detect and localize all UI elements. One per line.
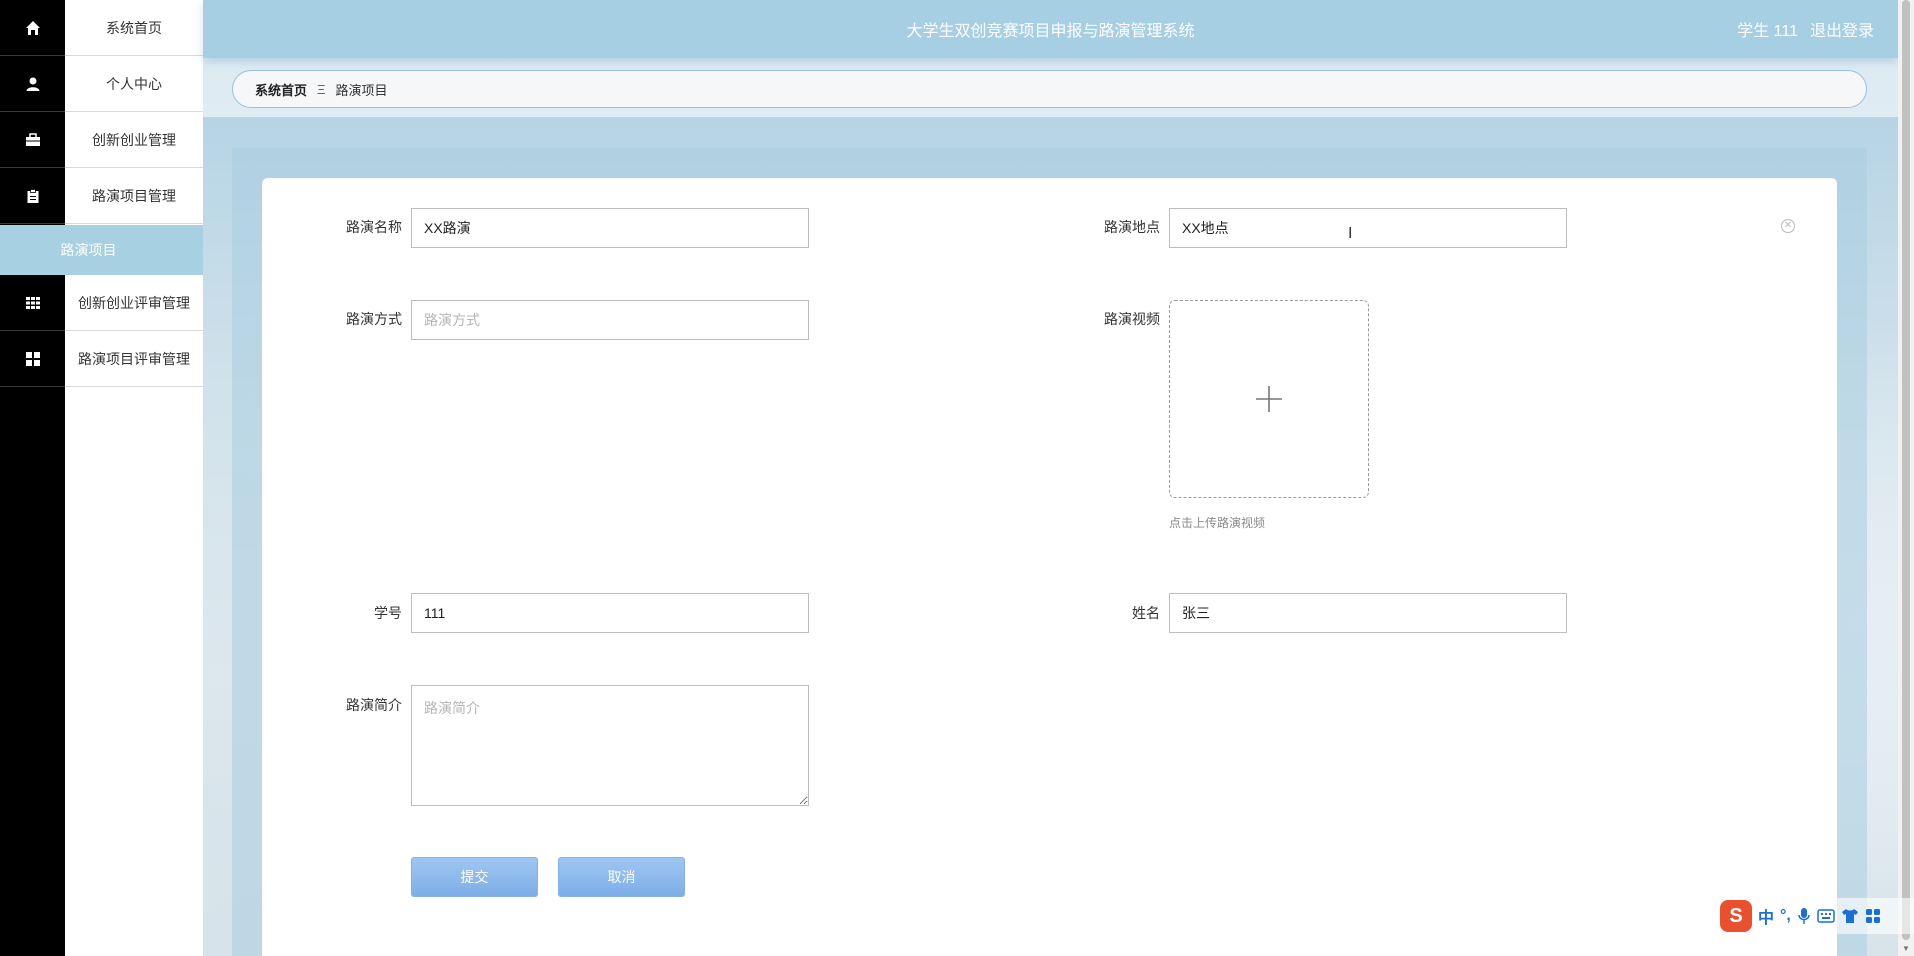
sidebar-icon-rail [0,0,65,956]
name-label: 路演名称 [346,219,402,235]
top-header: 大学生双创竞赛项目申报与路演管理系统 学生 111 退出登录 [203,0,1898,58]
sidebar-item-home[interactable]: 系统首页 [65,0,203,56]
sidebar-subitem-label: 路演项目 [60,242,117,258]
user-label: 学生 111 [1737,23,1798,40]
student-name-input[interactable] [1169,593,1567,633]
sidebar-item-roadshow-review[interactable]: 路演项目评审管理 [65,331,203,387]
sogou-logo-icon[interactable]: S [1720,900,1752,932]
scroll-down-icon[interactable]: ▼ [1898,942,1914,956]
user-area: 学生 111 退出登录 [1737,0,1874,58]
student-id-label: 学号 [374,605,402,621]
intro-label: 路演简介 [346,697,402,713]
form-card [262,178,1837,956]
home-icon[interactable] [0,0,65,56]
toolbox-grid-icon[interactable] [1865,908,1881,924]
app-title: 大学生双创竞赛项目申报与路演管理系统 [906,23,1195,40]
video-upload[interactable] [1169,300,1369,498]
video-label: 路演视频 [1104,311,1160,327]
logout-link[interactable]: 退出登录 [1810,17,1874,41]
ime-toolbar: S 中 °, [1718,898,1914,934]
user-icon[interactable] [0,56,65,112]
sidebar-item-innovation[interactable]: 创新创业管理 [65,112,203,168]
video-upload-tip: 点击上传路演视频 [1169,516,1266,530]
sidebar-item-innovation-review[interactable]: 创新创业评审管理 [65,275,203,331]
method-input[interactable] [411,300,809,340]
page-scrollbar[interactable]: ▼ [1898,0,1914,956]
sidebar-subitem-roadshow-project[interactable]: 路演项目 [0,225,203,275]
breadcrumb-current: 路演项目 [335,82,388,98]
location-input[interactable] [1169,208,1567,248]
skin-shirt-icon[interactable] [1841,908,1859,924]
ime-mode[interactable]: 中 [1758,904,1774,928]
breadcrumb-separator: Ξ [317,81,326,97]
breadcrumb: 系统首页 Ξ 路演项目 [232,70,1867,108]
cancel-button[interactable]: 取消 [558,857,685,897]
method-label: 路演方式 [346,311,402,327]
intro-textarea[interactable] [411,685,809,806]
scrollbar-thumb[interactable] [1902,0,1910,940]
microphone-icon[interactable] [1797,907,1811,925]
briefcase-icon[interactable] [0,112,65,168]
plus-icon [1256,386,1282,412]
breadcrumb-home[interactable]: 系统首页 [255,80,307,99]
clipboard-icon[interactable] [0,168,65,224]
student-name-label: 姓名 [1132,605,1160,621]
grid-icon[interactable] [0,275,65,331]
close-icon[interactable]: ✕ [1781,219,1795,233]
text-cursor-icon: I [1348,225,1353,242]
submit-button[interactable]: 提交 [411,857,538,897]
sidebar-item-roadshow[interactable]: 路演项目管理 [65,168,203,224]
location-label: 路演地点 [1104,219,1160,235]
name-input[interactable] [411,208,809,248]
apps-icon[interactable] [0,331,65,387]
student-id-input[interactable] [411,593,809,633]
ime-punct[interactable]: °, [1780,907,1791,925]
sidebar-menu: 系统首页 个人中心 创新创业管理 路演项目管理 创新创业评审管理 路演项目评审管… [65,0,203,956]
sidebar-item-profile[interactable]: 个人中心 [65,56,203,112]
keyboard-icon[interactable] [1817,909,1835,923]
